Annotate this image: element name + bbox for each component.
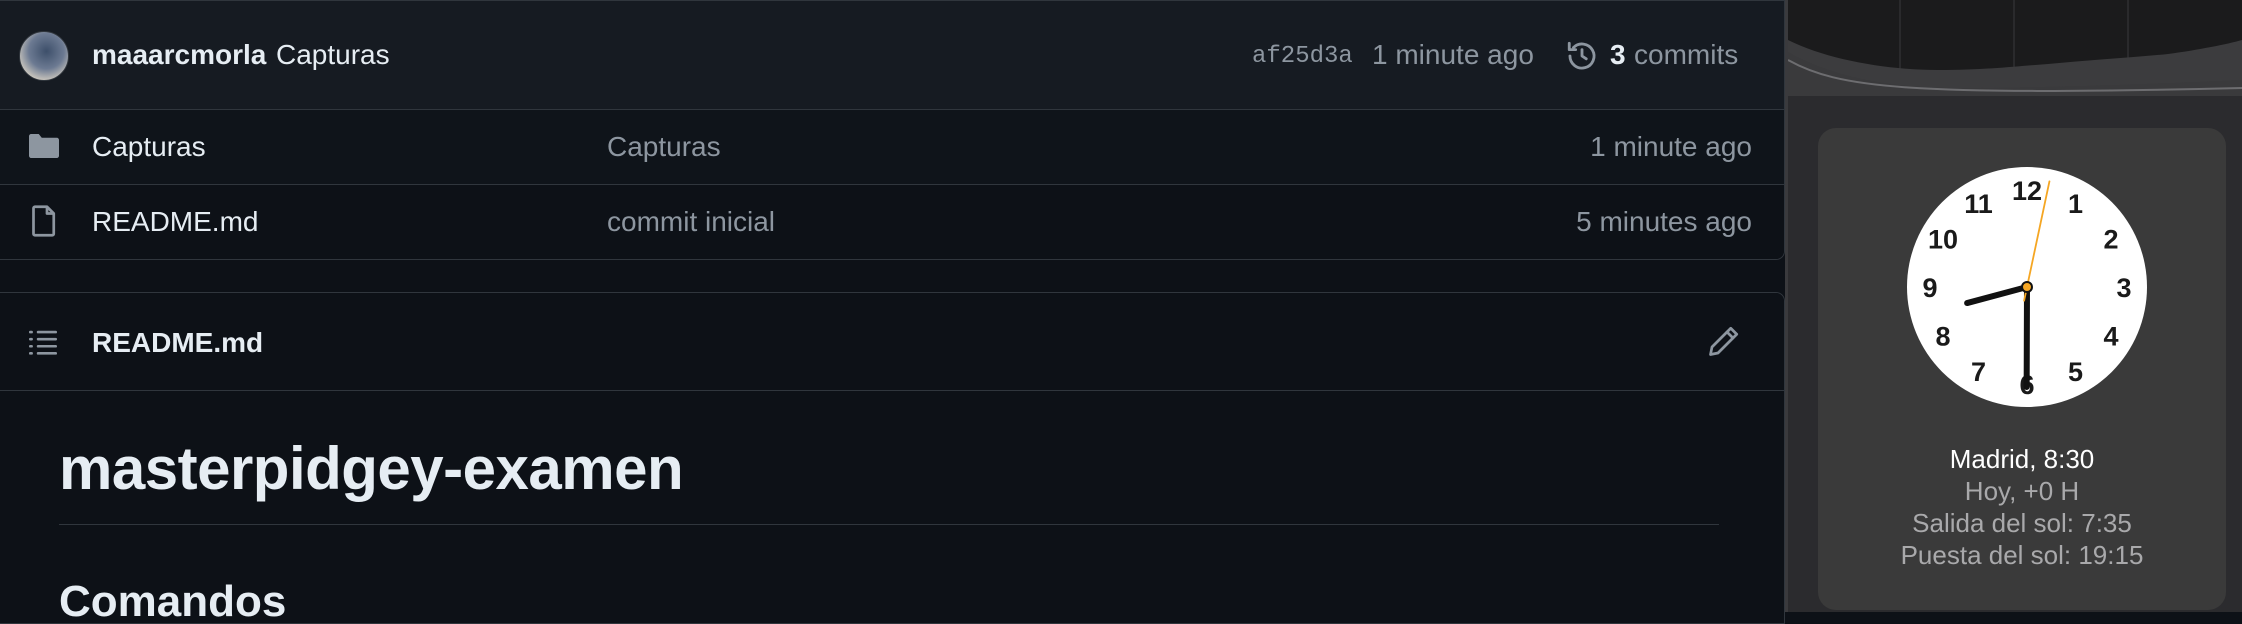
time-offset: Hoy, +0 H (1818, 476, 2226, 507)
world-clock-widget[interactable]: 121234567891011 Madrid, 8:30 Hoy, +0 H S… (1818, 128, 2226, 610)
commits-count[interactable]: 3 (1610, 39, 1626, 71)
commit-time: 1 minute ago (1372, 39, 1534, 71)
github-repo-panel: maaarcmorla Capturas af25d3a 1 minute ag… (0, 0, 1785, 612)
widget-panel: 121234567891011 Madrid, 8:30 Hoy, +0 H S… (1788, 0, 2242, 612)
analog-clock: 121234567891011 (1906, 166, 2148, 408)
file-commit-time: 1 minute ago (1590, 131, 1752, 163)
heading-divider (59, 524, 1719, 525)
latest-commit-bar: maaarcmorla Capturas af25d3a 1 minute ag… (0, 1, 1784, 110)
clock-numeral: 2 (2103, 225, 2118, 255)
clock-numeral: 8 (1935, 322, 1950, 352)
commit-author-link[interactable]: maaarcmorla (92, 39, 266, 71)
world-map-widget[interactable] (1788, 0, 2242, 96)
avatar[interactable] (19, 31, 69, 81)
pencil-icon[interactable] (1706, 323, 1742, 359)
sunset-time: Puesta del sol: 19:15 (1818, 540, 2226, 571)
clock-numeral: 10 (1928, 225, 1958, 255)
readme-header: README.md (0, 293, 1784, 391)
readme-file-label[interactable]: README.md (92, 327, 263, 359)
commit-sha-link[interactable]: af25d3a (1252, 43, 1353, 70)
file-commit-message-link[interactable]: commit inicial (607, 206, 775, 238)
clock-center-pin (2022, 282, 2032, 292)
clock-numeral: 1 (2068, 189, 2083, 219)
file-row[interactable]: README.md commit inicial 5 minutes ago (0, 185, 1784, 259)
list-icon[interactable] (26, 325, 60, 359)
clock-numeral: 3 (2116, 273, 2131, 303)
clock-numeral: 11 (1964, 189, 1993, 219)
file-browser: maaarcmorla Capturas af25d3a 1 minute ag… (0, 0, 1785, 260)
file-row[interactable]: Capturas Capturas 1 minute ago (0, 110, 1784, 185)
clock-numeral: 12 (2012, 176, 2042, 206)
clock-numeral: 9 (1922, 273, 1937, 303)
readme-subheading: Comandos (59, 577, 286, 624)
world-map-graphic (1788, 0, 2242, 96)
clock-numeral: 5 (2068, 357, 2083, 387)
file-commit-message-link[interactable]: Capturas (607, 131, 721, 163)
history-icon[interactable] (1565, 39, 1599, 73)
commit-message-link[interactable]: Capturas (276, 39, 390, 71)
commits-label[interactable]: commits (1634, 39, 1738, 71)
city-time: Madrid, 8:30 (1818, 444, 2226, 475)
readme-box: README.md masterpidgey-examen Comandos (0, 292, 1785, 624)
sunrise-time: Salida del sol: 7:35 (1818, 508, 2226, 539)
file-icon (26, 203, 62, 239)
readme-heading: masterpidgey-examen (59, 434, 683, 503)
file-name-link[interactable]: Capturas (92, 131, 206, 163)
file-name-link[interactable]: README.md (92, 206, 258, 238)
file-commit-time: 5 minutes ago (1576, 206, 1752, 238)
clock-numeral: 7 (1971, 357, 1986, 387)
clock-numeral: 4 (2103, 322, 2118, 352)
folder-icon (26, 128, 62, 164)
